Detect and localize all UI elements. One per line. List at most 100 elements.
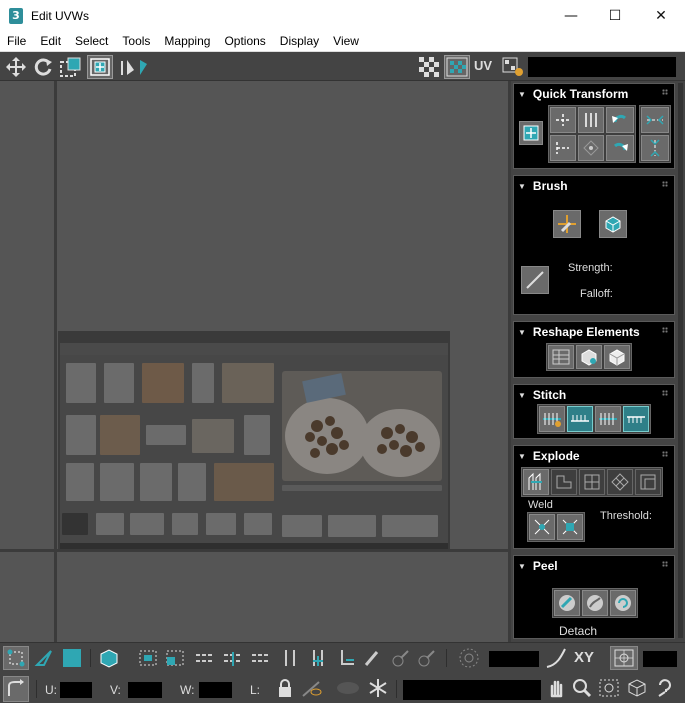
- move-icon[interactable]: [4, 55, 28, 79]
- menu-select[interactable]: Select: [68, 34, 115, 48]
- weld-all-icon[interactable]: [557, 514, 583, 540]
- texture-tile: [140, 463, 172, 501]
- falloff-curve-icon[interactable]: [543, 646, 569, 670]
- grip-icon: [662, 327, 668, 333]
- toolbar-dropdown[interactable]: [528, 57, 676, 77]
- soft-select-value-field[interactable]: [489, 651, 539, 667]
- top-toolbar: UV: [0, 52, 685, 81]
- loop-grow-icon[interactable]: [278, 646, 302, 670]
- break-icon[interactable]: [523, 469, 549, 495]
- lock-icon[interactable]: [274, 676, 296, 700]
- eye-icon[interactable]: [334, 676, 362, 700]
- paint-move-icon[interactable]: [553, 210, 581, 238]
- v-label: V:: [110, 683, 121, 697]
- paint-select-icon[interactable]: [360, 646, 384, 670]
- select-grow-icon[interactable]: [135, 646, 161, 670]
- xy-label[interactable]: XY: [574, 649, 594, 666]
- rotate-ccw-icon[interactable]: [606, 107, 634, 133]
- explode-material-icon[interactable]: [635, 469, 661, 495]
- face-mode-icon[interactable]: [60, 646, 84, 670]
- peel-mode-icon[interactable]: [582, 590, 608, 616]
- soft-select-icon[interactable]: [456, 646, 482, 670]
- stitch-to-target-icon[interactable]: [623, 406, 649, 432]
- selection-filter-field[interactable]: [403, 680, 541, 700]
- align-horizontal-icon[interactable]: [550, 107, 576, 133]
- transform-mode-icon[interactable]: [3, 676, 29, 702]
- freeze-icon[interactable]: [366, 676, 390, 700]
- brush-header[interactable]: ▼ Brush: [518, 179, 568, 193]
- maximize-button[interactable]: ☐: [592, 0, 638, 31]
- peel-header[interactable]: ▼ Peel: [518, 559, 558, 573]
- close-button[interactable]: ✕: [638, 0, 684, 31]
- texture-tile: [104, 363, 134, 403]
- edge-mode-icon[interactable]: [32, 646, 56, 670]
- unfold-element-icon[interactable]: [604, 345, 630, 369]
- weld-selected-icon[interactable]: [529, 514, 555, 540]
- menu-options[interactable]: Options: [217, 34, 272, 48]
- relax-brush-icon[interactable]: [599, 210, 627, 238]
- checker-grid-icon[interactable]: [444, 55, 470, 79]
- brush-slider-icon[interactable]: [521, 266, 549, 294]
- menu-edit[interactable]: Edit: [33, 34, 68, 48]
- mirror-icon[interactable]: [117, 55, 151, 79]
- zoom-icon[interactable]: [570, 676, 594, 700]
- menu-tools[interactable]: Tools: [115, 34, 157, 48]
- paint-shrink-icon[interactable]: [414, 646, 438, 670]
- stitch-to-source-icon[interactable]: [567, 406, 593, 432]
- menu-display[interactable]: Display: [273, 34, 326, 48]
- snap-settings-icon[interactable]: [610, 646, 638, 670]
- texture-tile: [282, 515, 322, 537]
- center-pivot-icon[interactable]: [578, 135, 604, 161]
- checker-icon[interactable]: [417, 55, 441, 79]
- explode-smoothing-icon[interactable]: [607, 469, 633, 495]
- pan-icon[interactable]: [544, 676, 568, 700]
- snap-value-field[interactable]: [643, 651, 677, 667]
- select-shrink-icon[interactable]: [162, 646, 188, 670]
- space-horizontal-icon[interactable]: [641, 107, 669, 133]
- space-vertical-icon[interactable]: [641, 135, 669, 161]
- menu-view[interactable]: View: [326, 34, 366, 48]
- quick-peel-icon[interactable]: [554, 590, 580, 616]
- menu-mapping[interactable]: Mapping: [157, 34, 217, 48]
- help-icon[interactable]: [652, 676, 678, 700]
- w-coordinate-field[interactable]: [199, 682, 232, 698]
- stitch-custom-icon[interactable]: [539, 406, 565, 432]
- edge-loop-icon[interactable]: [334, 646, 358, 670]
- panel-scrollbar[interactable]: [678, 83, 683, 638]
- ring-select-icon[interactable]: [192, 646, 218, 670]
- explode-polys-icon[interactable]: [579, 469, 605, 495]
- quick-transform-header[interactable]: ▼ Quick Transform: [518, 87, 628, 101]
- straighten-icon[interactable]: [548, 345, 574, 369]
- uv-label[interactable]: UV: [474, 58, 492, 73]
- vertex-mode-icon[interactable]: [3, 646, 29, 670]
- detach-edge-icon[interactable]: [551, 469, 577, 495]
- rotate-cw-icon[interactable]: [606, 135, 634, 161]
- align-top-icon[interactable]: [550, 135, 576, 161]
- paint-grow-icon[interactable]: [388, 646, 412, 670]
- reset-peel-icon[interactable]: [610, 590, 636, 616]
- stitch-average-icon[interactable]: [595, 406, 621, 432]
- u-coordinate-field[interactable]: [60, 682, 92, 698]
- zoom-extents-icon[interactable]: [624, 676, 650, 700]
- loop-shrink-icon[interactable]: [306, 646, 330, 670]
- relax-element-icon[interactable]: [576, 345, 602, 369]
- minimize-button[interactable]: —: [548, 0, 594, 31]
- freeform-mode-button[interactable]: [519, 121, 543, 145]
- v-coordinate-field[interactable]: [128, 682, 162, 698]
- bottom-row-1: XY: [0, 643, 685, 673]
- element-mode-icon[interactable]: [96, 646, 122, 670]
- scale-icon[interactable]: [58, 55, 84, 79]
- menu-file[interactable]: File: [0, 34, 33, 48]
- rotate-icon[interactable]: [31, 55, 55, 79]
- hide-icon[interactable]: [300, 676, 324, 700]
- explode-header[interactable]: ▼ Explode: [518, 449, 580, 463]
- uv-viewport[interactable]: [0, 81, 511, 642]
- zoom-region-icon[interactable]: [596, 676, 622, 700]
- ring-grow-icon[interactable]: [220, 646, 246, 670]
- reshape-elements-header[interactable]: ▼ Reshape Elements: [518, 325, 640, 339]
- settings-icon[interactable]: [500, 55, 526, 79]
- freeform-icon[interactable]: [87, 55, 113, 79]
- align-vertical-icon[interactable]: [578, 107, 604, 133]
- loop-select-icon[interactable]: [248, 646, 274, 670]
- stitch-header[interactable]: ▼ Stitch: [518, 388, 566, 402]
